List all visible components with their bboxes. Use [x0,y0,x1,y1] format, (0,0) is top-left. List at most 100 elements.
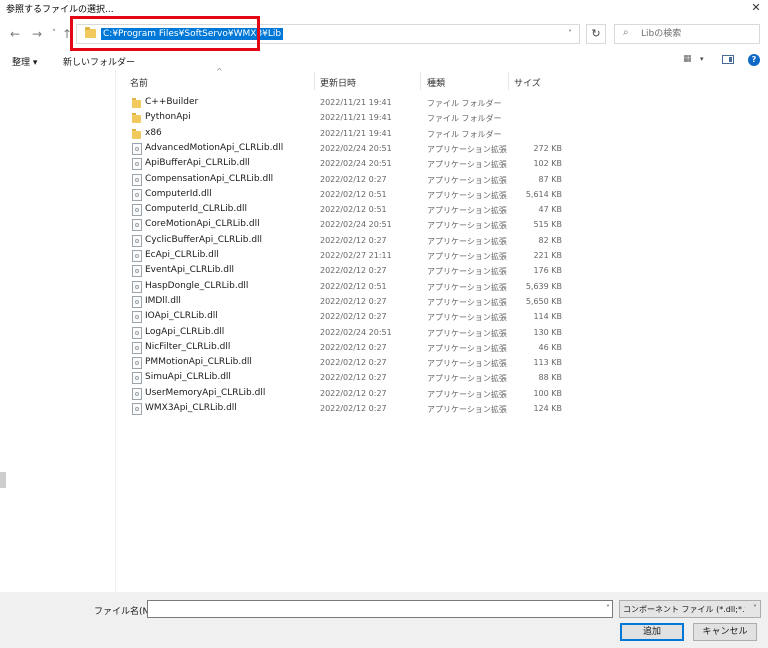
back-icon[interactable]: ← [8,24,22,44]
nav-pane-scrollbar[interactable] [0,472,6,488]
file-name: HaspDongle_CLRLib.dll [145,280,249,291]
column-separator[interactable] [420,72,421,90]
file-row[interactable]: ComputerId.dll 2022/02/12 0:51 アプリケーション拡張 5… [0,188,768,203]
file-type: アプリケーション拡張 [427,313,507,323]
file-name: x86 [145,127,162,138]
file-name: CompensationApi_CLRLib.dll [145,173,274,184]
file-date: 2022/02/24 20:51 [320,327,392,337]
view-options-icon[interactable]: ▦ [683,54,692,64]
file-row[interactable]: NicFilter_CLRLib.dll 2022/02/12 0:27 アプリケー… [0,341,768,356]
file-date: 2022/02/12 0:27 [320,312,387,322]
file-name: ComputerId_CLRLib.dll [145,204,247,215]
file-type: アプリケーション拡張 [427,175,507,185]
file-date: 2022/02/24 20:51 [320,143,392,153]
file-name: EventApi_CLRLib.dll [145,265,235,276]
file-row[interactable]: PythonApi 2022/11/21 19:41 ファイル フォルダー [0,111,768,126]
search-icon: ⌕ [623,27,629,38]
file-row[interactable]: CyclicBufferApi_CLRLib.dll 2022/02/12 0:2… [0,234,768,249]
file-row[interactable]: CoreMotionApi_CLRLib.dll 2022/02/24 20:51… [0,218,768,233]
dll-file-icon [132,280,142,293]
file-type: アプリケーション拡張 [427,328,507,338]
file-row[interactable]: IMDll.dll 2022/02/12 0:27 アプリケーション拡張 5,650 … [0,295,768,310]
column-header-size[interactable]: サイズ [514,76,541,89]
file-row[interactable]: UserMemoryApi_CLRLib.dll 2022/02/12 0:27 ア… [0,387,768,402]
file-type: アプリケーション拡張 [427,252,507,261]
filename-dropdown-icon[interactable]: ˅ [603,601,613,617]
file-size: 176 KB [533,266,562,276]
file-row[interactable]: CompensationApi_CLRLib.dll 2022/02/12 0:2… [0,173,768,188]
file-name: IOApi_CLRLib.dll [145,311,218,322]
file-name: PMMotionApi_CLRLib.dll [145,357,252,368]
cancel-button[interactable]: キャンセル [693,623,757,641]
file-type-filter[interactable]: コンポーネント ファイル (*.dll;*.tlb;*. ˅ [619,600,761,618]
recent-locations-icon[interactable]: ˅ [47,24,61,44]
file-size: 5,639 KB [525,281,562,291]
column-header-name[interactable]: 名前 [130,76,148,89]
file-name: WMX3Api_CLRLib.dll [145,403,237,413]
file-row[interactable]: x86 2022/11/21 19:41 ファイル フォルダー [0,127,768,142]
address-dropdown-icon[interactable]: ˅ [563,25,577,43]
file-row[interactable]: WMX3Api_CLRLib.dll 2022/02/12 0:27 アプリケーショ… [0,402,768,417]
file-name: AdvancedMotionApi_CLRLib.dll [145,142,284,153]
refresh-icon[interactable]: ↻ [586,24,606,44]
file-date: 2022/02/12 0:51 [320,281,387,291]
file-size: 87 KB [538,174,562,184]
file-row[interactable]: C++Builder 2022/11/21 19:41 ファイル フォルダー [0,96,768,111]
forward-icon[interactable]: → [30,24,44,44]
file-date: 2022/02/12 0:27 [320,342,387,352]
dll-file-icon [132,357,142,370]
new-folder-button[interactable]: 新しいフォルダー [63,55,135,68]
file-date: 2022/11/21 19:41 [320,128,392,138]
help-icon[interactable]: ? [748,54,760,66]
view-dropdown-icon[interactable]: ▾ [700,55,704,63]
search-input[interactable] [641,26,757,42]
file-date: 2022/11/21 19:41 [320,98,392,107]
filter-dropdown-icon[interactable]: ˅ [753,604,757,613]
file-type: アプリケーション拡張 [427,236,507,246]
file-row[interactable]: EcApi_CLRLib.dll 2022/02/27 21:11 アプリケーション… [0,249,768,264]
file-row[interactable]: EventApi_CLRLib.dll 2022/02/12 0:27 アプリケーシ… [0,264,768,279]
file-type: アプリケーション拡張 [427,190,507,200]
column-separator[interactable] [508,72,509,90]
file-row[interactable]: AdvancedMotionApi_CLRLib.dll 2022/02/24 2… [0,142,768,157]
file-row[interactable]: IOApi_CLRLib.dll 2022/02/12 0:27 アプリケーション拡… [0,310,768,325]
folder-icon [132,113,141,124]
file-row[interactable]: SimuApi_CLRLib.dll 2022/02/12 0:27 アプリケーショ… [0,371,768,386]
file-row[interactable]: HaspDongle_CLRLib.dll 2022/02/12 0:51 アプリケ… [0,280,768,295]
file-name: CoreMotionApi_CLRLib.dll [145,219,260,230]
file-name: LogApi_CLRLib.dll [145,326,225,337]
file-size: 100 KB [533,388,562,398]
column-separator[interactable] [314,72,315,90]
file-row[interactable]: LogApi_CLRLib.dll 2022/02/24 20:51 アプリケーショ… [0,326,768,341]
organize-button[interactable]: 整理 ▾ [12,55,37,68]
folder-icon [132,98,141,108]
file-name: SimuApi_CLRLib.dll [145,372,231,383]
file-date: 2022/02/12 0:27 [320,296,387,306]
add-button[interactable]: 追加 [620,623,684,641]
file-size: 130 KB [533,327,562,337]
search-box[interactable]: ⌕ [614,24,760,44]
dll-file-icon [132,173,142,186]
dll-file-icon [132,295,142,308]
file-type: アプリケーション拡張 [427,343,507,353]
column-header-type[interactable]: 種類 [427,76,445,89]
preview-pane-icon[interactable] [722,55,734,64]
file-size: 515 KB [533,220,562,230]
file-row[interactable]: ApiBufferApi_CLRLib.dll 2022/02/24 20:51 ア… [0,157,768,172]
column-header-date[interactable]: 更新日時 [320,76,356,89]
dll-file-icon [132,341,142,354]
file-date: 2022/02/12 0:27 [320,174,387,184]
file-row[interactable]: PMMotionApi_CLRLib.dll 2022/02/12 0:27 アプリ… [0,356,768,371]
sort-ascending-icon: ^ [216,67,223,76]
file-size: 46 KB [538,342,562,352]
dll-file-icon [132,372,142,385]
file-date: 2022/02/12 0:27 [320,266,387,276]
file-row[interactable]: ComputerId_CLRLib.dll 2022/02/12 0:51 アプリケ… [0,203,768,218]
file-name: ComputerId.dll [145,188,212,199]
dll-file-icon [132,403,142,415]
file-type: アプリケーション拡張 [427,206,507,216]
dll-file-icon [132,250,142,262]
close-icon[interactable]: ✕ [748,0,764,16]
filename-input[interactable] [147,600,613,618]
file-name: EcApi_CLRLib.dll [145,250,219,260]
